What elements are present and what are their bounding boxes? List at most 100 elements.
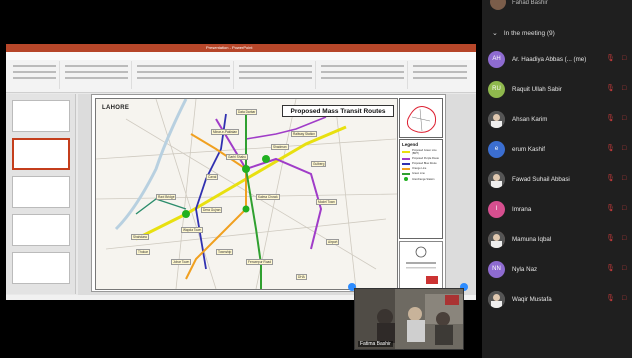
legend-swatch xyxy=(402,167,410,170)
legend-label: Green Line xyxy=(412,172,425,175)
participant-row[interactable]: NN Nyla Naz 🎙 □ xyxy=(482,254,632,284)
ribbon-group-paragraph[interactable] xyxy=(236,61,316,89)
legend-label: Proposed Purple Route xyxy=(412,157,439,160)
mic-muted-icon[interactable]: 🎙 xyxy=(606,234,615,243)
station-label: Data Darbar xyxy=(236,109,258,115)
legend-title: Legend xyxy=(402,142,419,147)
legend-label: Proposed Green Line (BRT) xyxy=(412,149,437,155)
ribbon-group-clipboard[interactable] xyxy=(10,61,60,89)
participant-avatar xyxy=(488,290,505,308)
camera-off-icon[interactable]: □ xyxy=(622,204,628,213)
station-label: Dera Gujran xyxy=(201,207,223,213)
participant-name: Fawad Suhail Abbasi xyxy=(512,175,570,183)
participant-row[interactable]: I Imrana 🎙 □ xyxy=(482,194,632,224)
avatar-photo xyxy=(488,290,505,308)
station-label: Johar Town xyxy=(171,259,192,265)
slide-title: Proposed Mass Transit Routes xyxy=(282,105,394,117)
meeting-window: Presentation - PowerPoint FileHomeInsert… xyxy=(0,0,632,358)
in-meeting-label: In the meeting (9) xyxy=(503,29,555,37)
participant-row[interactable]: Mamuna Iqbal 🎙 □ xyxy=(482,224,632,254)
avatar-photo xyxy=(488,230,505,248)
participant-avatar: I xyxy=(488,200,505,218)
current-slide[interactable]: LAHORE Proposed Mass Transit Routes Shah… xyxy=(91,94,446,292)
slide-thumbnails xyxy=(6,94,76,294)
station-label: Wapda Town xyxy=(181,227,204,233)
legend-swatch xyxy=(402,172,410,175)
map-logo-box xyxy=(399,241,443,289)
camera-off-icon[interactable]: □ xyxy=(622,174,628,183)
station-label: Shadman xyxy=(271,144,289,150)
camera-off-icon[interactable]: □ xyxy=(622,144,628,153)
ribbon-group-drawing[interactable] xyxy=(318,61,408,89)
participant-avatar xyxy=(488,170,505,188)
avatar-photo xyxy=(488,110,505,128)
ppt-window-title: Presentation - PowerPoint xyxy=(206,45,253,50)
mic-muted-icon[interactable]: 🎙 xyxy=(606,54,615,63)
transit-map: LAHORE Proposed Mass Transit Routes Shah… xyxy=(95,98,398,290)
camera-off-icon[interactable]: □ xyxy=(622,234,628,243)
mic-muted-icon[interactable]: 🎙 xyxy=(606,144,615,153)
participant-row[interactable]: e erum Kashif 🎙 □ xyxy=(482,134,632,164)
slide-thumbnail-2[interactable] xyxy=(12,138,70,170)
participant-avatar: NN xyxy=(488,260,505,278)
legend-item: Proposed Blue Route xyxy=(402,162,440,165)
ppt-ribbon-tabs: FileHomeInsertDesignTransitionsAnimation… xyxy=(6,52,476,66)
camera-off-icon[interactable]: □ xyxy=(622,84,628,93)
legend-swatch xyxy=(404,177,408,181)
ribbon-group-editing[interactable] xyxy=(410,61,470,89)
participant-name: Nyla Naz xyxy=(512,265,538,273)
camera-off-icon[interactable]: □ xyxy=(622,54,628,63)
video-tile[interactable]: Fatima Bashir xyxy=(354,288,464,350)
in-meeting-section-header[interactable]: ⌄ In the meeting (9) xyxy=(482,24,632,42)
ribbon-group-font[interactable] xyxy=(134,61,234,89)
station-label: Thokar xyxy=(136,249,150,255)
inset-map xyxy=(399,98,443,138)
slide-thumbnail-4[interactable] xyxy=(12,214,70,246)
mic-muted-icon[interactable]: 🎙 xyxy=(606,174,615,183)
station-label: Kalma Chowk xyxy=(256,194,280,200)
legend-item: Green Line xyxy=(402,172,440,175)
participant-avatar: AH xyxy=(488,50,505,68)
video-participant-name: Fatima Bashir xyxy=(358,341,393,347)
legend-swatch xyxy=(402,162,410,165)
ppt-titlebar: Presentation - PowerPoint xyxy=(6,44,476,52)
participant-row[interactable]: Waqir Mustafa 🎙 □ xyxy=(482,284,632,314)
map-legend: Legend Proposed Green Line (BRT) Proposed… xyxy=(399,139,443,239)
participant-row[interactable]: Fawad Suhail Abbasi 🎙 □ xyxy=(482,164,632,194)
station-label: Garhi Shahu xyxy=(226,154,248,160)
camera-off-icon[interactable]: □ xyxy=(622,294,628,303)
legend-label: Interchange Station xyxy=(412,177,435,181)
station-label: Airport xyxy=(326,239,340,245)
participant-name: Waqir Mustafa xyxy=(512,295,552,303)
slide-canvas: LAHORE Proposed Mass Transit Routes Shah… xyxy=(78,94,476,300)
slide-thumbnail-1[interactable] xyxy=(12,100,70,132)
slide-thumbnail-3[interactable] xyxy=(12,176,70,208)
participant-avatar: e xyxy=(488,140,505,158)
station-label: Ravi Bridge xyxy=(156,194,177,200)
mic-muted-icon[interactable]: 🎙 xyxy=(606,114,615,123)
station-label: Gulberg xyxy=(311,161,327,167)
legend-label: Orange Line xyxy=(412,167,427,170)
participant-row[interactable]: AH Ar. Haadiya Abbas (... (me) 🎙 □ xyxy=(482,44,632,74)
mic-muted-icon[interactable]: 🎙 xyxy=(606,84,615,93)
avatar-photo xyxy=(488,170,505,188)
participant-name: Imrana xyxy=(512,205,532,213)
legend-item: Orange Line xyxy=(402,167,440,170)
participant-row[interactable]: Ahsan Karim 🎙 □ xyxy=(482,104,632,134)
ribbon-group-slides[interactable] xyxy=(62,61,132,89)
mic-muted-icon[interactable]: 🎙 xyxy=(606,294,615,303)
camera-off-icon[interactable]: □ xyxy=(622,114,628,123)
station-label: Ferozepur Road xyxy=(246,259,274,265)
legend-swatch xyxy=(402,157,410,160)
station-label: Shahdara xyxy=(131,234,149,240)
legend-item: Proposed Green Line (BRT) xyxy=(402,149,440,155)
participant-row[interactable]: RU Raquit Ullah Sabir 🎙 □ xyxy=(482,74,632,104)
ppt-ribbon xyxy=(6,60,476,93)
mic-muted-icon[interactable]: 🎙 xyxy=(606,264,615,273)
legend-item: Interchange Station xyxy=(402,177,440,181)
camera-off-icon[interactable]: □ xyxy=(622,264,628,273)
mic-muted-icon[interactable]: 🎙 xyxy=(606,204,615,213)
chevron-down-icon[interactable]: ⌄ xyxy=(492,29,498,37)
participant-avatar: RU xyxy=(488,80,505,98)
slide-thumbnail-5[interactable] xyxy=(12,252,70,284)
